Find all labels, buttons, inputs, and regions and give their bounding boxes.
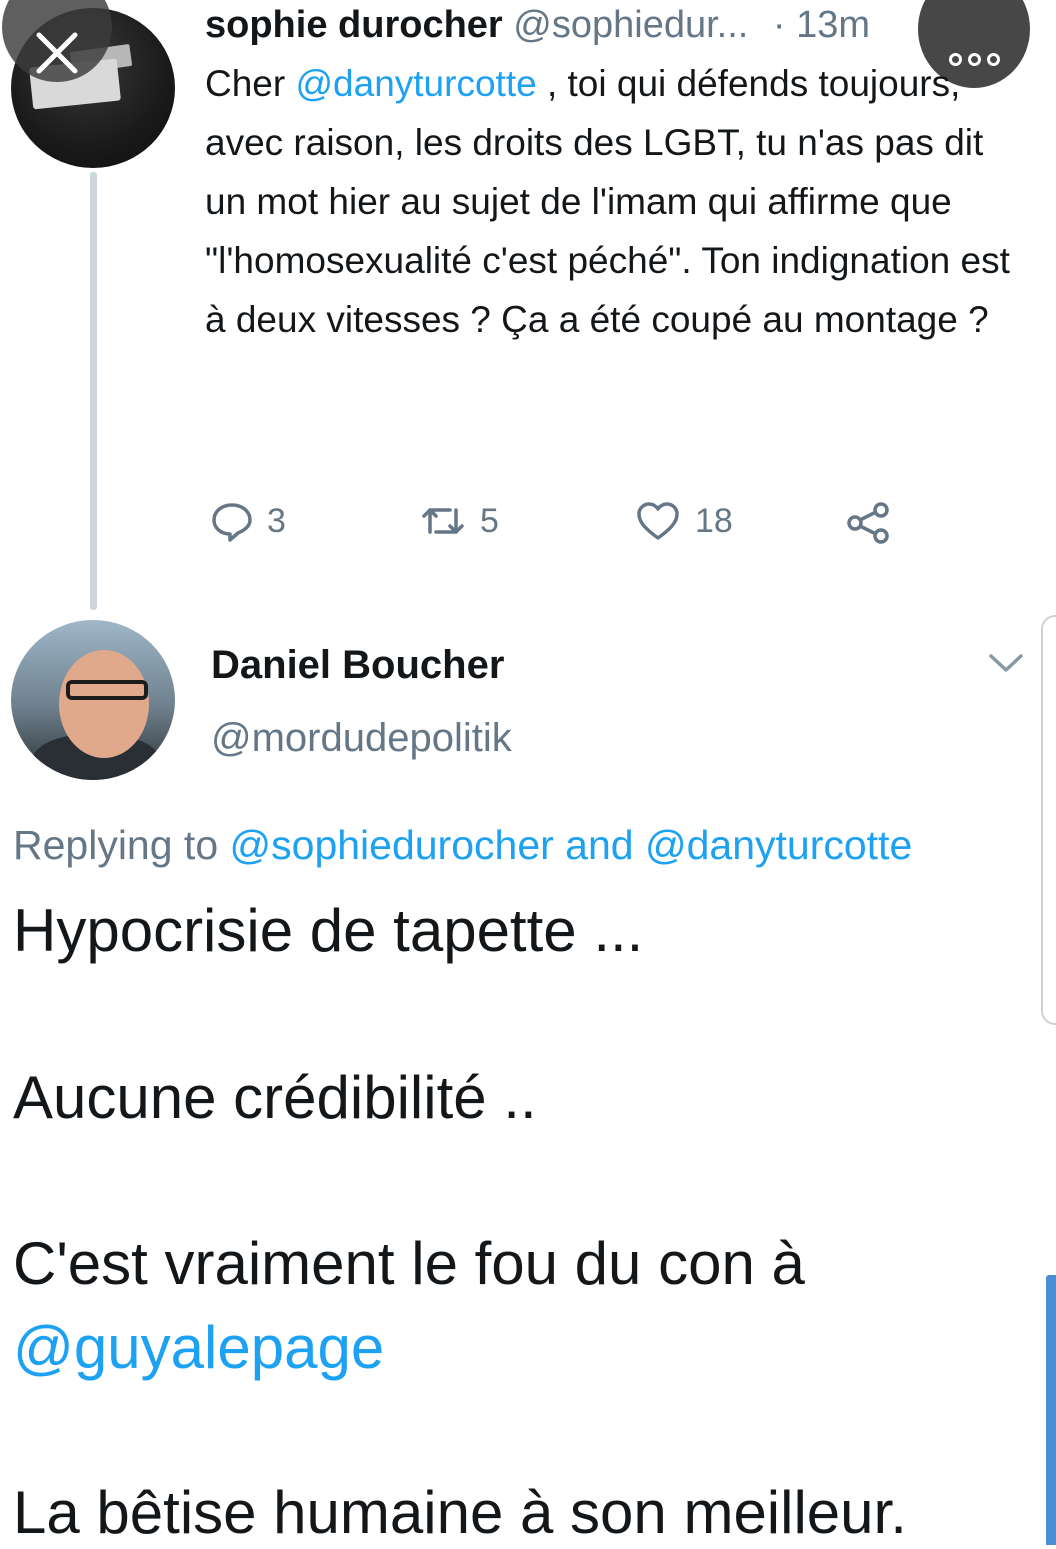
tweet1-actions: 3 5 18	[205, 500, 925, 552]
replying-and: and	[553, 822, 645, 868]
reply-icon	[212, 503, 252, 542]
tweet1-author-handle[interactable]: @sophiedur...	[513, 4, 748, 46]
tweet1-author-name[interactable]: sophie durocher	[205, 4, 503, 46]
avatar-glasses	[66, 680, 148, 700]
scrollbar-thumb[interactable]	[1046, 1275, 1056, 1545]
avatar-daniel-boucher[interactable]	[11, 620, 175, 780]
tweet2-mention-guyalepage[interactable]: @guyalepage	[13, 1312, 384, 1384]
heart-icon	[637, 502, 679, 540]
replying-label: Replying to	[13, 822, 230, 868]
replying-mention-danyturcotte[interactable]: @danyturcotte	[645, 822, 912, 868]
tweet-menu-button[interactable]	[986, 648, 1026, 683]
retweet-icon	[422, 508, 464, 534]
reply-action[interactable]: 3	[211, 500, 286, 542]
tweet2-author-handle[interactable]: @mordudepolitik	[211, 712, 512, 764]
tweet2-line-3: C'est vraiment le fou du con à	[13, 1230, 805, 1297]
side-panel-edge	[1041, 615, 1056, 1025]
tweet2-line-2: Aucune crédibilité ..	[13, 1064, 537, 1131]
avatar-face	[59, 650, 149, 758]
chevron-down-icon	[989, 654, 1023, 672]
thread-connector-line	[90, 172, 97, 610]
tweet2-line-1: Hypocrisie de tapette ...	[13, 897, 644, 964]
reply-count: 3	[267, 501, 286, 540]
like-action[interactable]: 18	[635, 500, 733, 542]
tweet1-text: Cher @danyturcotte , toi qui défends tou…	[205, 54, 1025, 349]
like-count: 18	[695, 501, 733, 540]
tweet1-text-prefix: Cher	[205, 63, 296, 104]
tweet1-timestamp[interactable]: · 13m	[773, 4, 870, 46]
retweet-action[interactable]: 5	[420, 500, 499, 542]
close-icon	[36, 32, 78, 74]
share-action[interactable]	[845, 500, 891, 546]
share-icon	[847, 502, 889, 544]
tweet2-author-name[interactable]: Daniel Boucher	[211, 640, 504, 690]
tweet2-line-4: La bêtise humaine à son meilleur.	[13, 1479, 907, 1546]
replying-to: Replying to @sophiedurocher and @danytur…	[13, 818, 912, 872]
retweet-count: 5	[480, 501, 499, 540]
tweet1-header: sophie durocher @sophiedur... · 13m	[205, 2, 870, 48]
replying-mention-sophiedurocher[interactable]: @sophiedurocher	[230, 822, 554, 868]
tweet1-mention[interactable]: @danyturcotte	[295, 63, 536, 104]
tweet1-text-body: , toi qui défends toujours, avec raison,…	[205, 63, 1010, 340]
